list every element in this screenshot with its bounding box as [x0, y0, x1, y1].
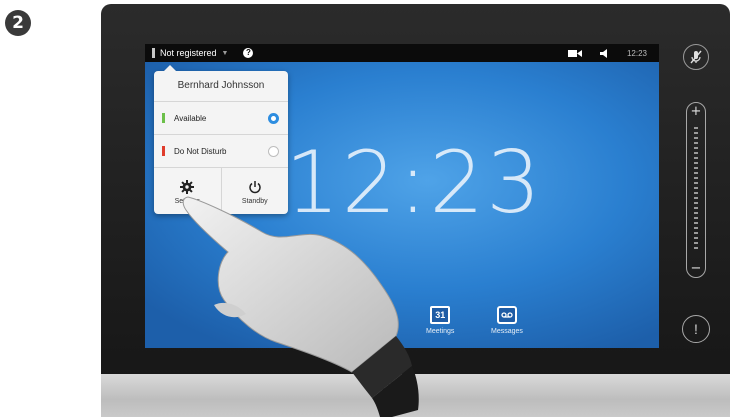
- standby-button[interactable]: Standby: [220, 168, 289, 216]
- voicemail-icon: [496, 306, 517, 324]
- popup-actions: Settings Standby: [154, 168, 288, 216]
- status-bar-time: 12:23: [626, 48, 647, 58]
- logo-text: CISCO: [381, 387, 413, 396]
- dock-item-label: Messages: [491, 328, 523, 335]
- user-name: Bernhard Johnsson: [154, 71, 288, 102]
- status-bar-right: 12:23: [567, 44, 647, 62]
- chevron-down-icon: ▼: [221, 49, 229, 57]
- brand-logo: ılıılı CISCO: [372, 378, 422, 408]
- status-bar: Not registered ▼ ? 12:23: [145, 44, 659, 62]
- volume-up-button[interactable]: +: [687, 104, 705, 119]
- volume-down-button[interactable]: −: [687, 261, 705, 276]
- standby-label: Standby: [241, 197, 268, 205]
- dock-item-meetings[interactable]: 31 Meetings: [426, 306, 454, 335]
- dock-item-label: Meetings: [426, 328, 455, 335]
- dock-item-messages[interactable]: Messages: [491, 306, 523, 335]
- volume-slider[interactable]: + −: [686, 102, 706, 278]
- power-icon: [249, 180, 261, 193]
- popup-arrow: [164, 65, 176, 71]
- status-option-available[interactable]: Available: [154, 102, 288, 135]
- microphone-mute-icon[interactable]: [683, 44, 709, 70]
- settings-label: Settings: [174, 197, 200, 205]
- radio-unselected[interactable]: [268, 145, 279, 157]
- registration-indicator: [152, 48, 155, 58]
- registration-status-button[interactable]: Not registered ▼ ?: [152, 44, 254, 62]
- status-menu-popup: Bernhard Johnsson Available Do Not Distu…: [154, 65, 288, 216]
- status-option-label: Do Not Disturb: [174, 146, 227, 156]
- radio-selected[interactable]: [268, 112, 279, 124]
- registration-status-text: Not registered: [160, 48, 217, 58]
- status-option-label: Available: [174, 113, 207, 123]
- do-not-disturb-indicator: [162, 146, 165, 156]
- logo-bars: ılıılı: [387, 378, 407, 387]
- home-clock: 12:23: [285, 133, 543, 233]
- speaker-icon[interactable]: [599, 48, 609, 58]
- available-indicator: [162, 113, 165, 123]
- settings-button[interactable]: Settings: [154, 168, 221, 216]
- calendar-icon: 31: [430, 306, 451, 324]
- volume-scale: [694, 127, 698, 251]
- question-icon[interactable]: ?: [243, 48, 254, 58]
- alert-button[interactable]: !: [682, 315, 710, 343]
- gear-icon: [180, 179, 195, 194]
- camera-icon[interactable]: [567, 49, 582, 58]
- status-option-do-not-disturb[interactable]: Do Not Disturb: [154, 135, 288, 168]
- step-number-badge: 2: [5, 10, 31, 36]
